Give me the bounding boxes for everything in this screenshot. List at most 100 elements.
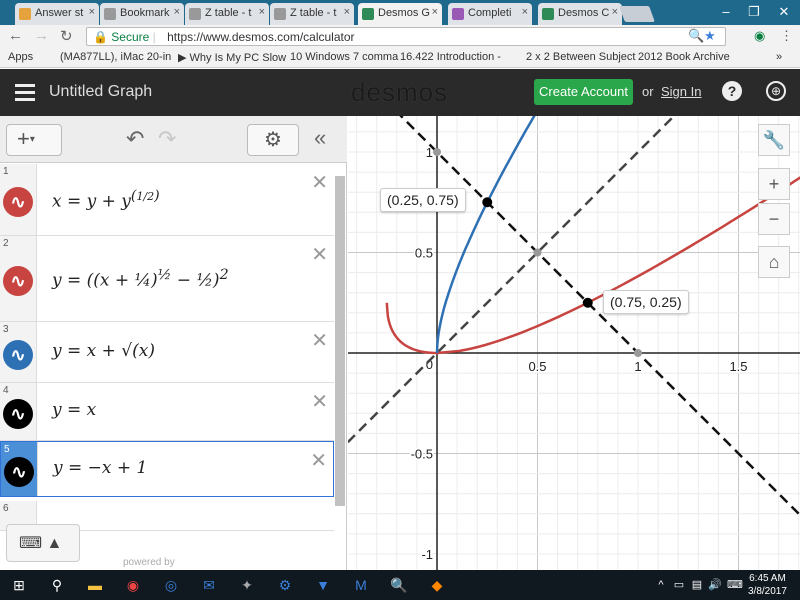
expression-input[interactable]: y = x bbox=[52, 400, 96, 420]
back-icon[interactable]: ← bbox=[8, 27, 23, 44]
undo-icon[interactable]: ↶ bbox=[126, 126, 144, 152]
desmos-logo: desmos bbox=[351, 77, 449, 107]
expression-scrollbar[interactable] bbox=[335, 176, 345, 506]
red-curve-2 bbox=[385, 302, 437, 355]
expression-row[interactable]: 1 ∿ x = y + y(1/2) ✕ bbox=[0, 164, 334, 236]
menu-dots-icon[interactable]: ⋮ bbox=[780, 28, 793, 44]
more-bookmarks-icon[interactable]: » bbox=[776, 51, 782, 63]
tab-close-icon[interactable]: × bbox=[344, 6, 350, 18]
add-item-button[interactable]: +▾ bbox=[6, 124, 62, 156]
mail-icon[interactable]: ✉ bbox=[198, 575, 220, 595]
new-tab-button[interactable] bbox=[619, 6, 655, 22]
expression-gutter: 3 ∿ bbox=[0, 322, 37, 382]
search-icon[interactable]: ⚲ bbox=[46, 575, 68, 595]
app-icon[interactable]: ◎ bbox=[160, 575, 182, 595]
address-bar[interactable]: 🔒 Secure | https://www.desmos.com/calcul… bbox=[86, 27, 726, 46]
delete-expression-icon[interactable]: ✕ bbox=[310, 448, 327, 473]
delete-expression-icon[interactable]: ✕ bbox=[311, 328, 328, 353]
system-clock[interactable]: 6:45 AM 3/8/2017 bbox=[748, 572, 787, 598]
gear-icon[interactable]: ⚙ bbox=[247, 124, 299, 156]
media-app-icon[interactable]: ◆ bbox=[426, 575, 448, 595]
sign-in-link[interactable]: Sign In bbox=[661, 84, 701, 99]
create-account-button[interactable]: Create Account bbox=[534, 79, 633, 105]
tab-close-icon[interactable]: × bbox=[174, 6, 180, 18]
browser-tab[interactable]: Desmos G × bbox=[358, 3, 442, 25]
browser-tab[interactable]: Completi × bbox=[448, 3, 532, 25]
maximize-icon[interactable]: ❐ bbox=[740, 2, 768, 22]
zoom-in-icon[interactable]: + bbox=[758, 168, 790, 200]
delete-expression-icon[interactable]: ✕ bbox=[311, 242, 328, 267]
curve-color-icon[interactable]: ∿ bbox=[3, 187, 33, 217]
curve-color-icon[interactable]: ∿ bbox=[3, 339, 33, 370]
extension-icon[interactable]: ◉ bbox=[754, 28, 765, 44]
delete-expression-icon[interactable]: ✕ bbox=[311, 389, 328, 414]
collapse-panel-icon[interactable]: « bbox=[314, 125, 326, 151]
tab-close-icon[interactable]: × bbox=[522, 6, 528, 18]
magnifier-app-icon[interactable]: 🔍 bbox=[388, 575, 410, 595]
expression-row[interactable]: 2 ∿ y = ((x + ¼)½ − ½)2 ✕ bbox=[0, 236, 334, 322]
url-text: https://www.desmos.com/calculator bbox=[167, 30, 355, 44]
keyboard-toggle-button[interactable]: ⌨ ▲ bbox=[6, 524, 80, 562]
tab-close-icon[interactable]: × bbox=[259, 6, 265, 18]
keyboard-icon[interactable]: ⌨ bbox=[724, 575, 746, 595]
star-icon[interactable]: ★ bbox=[704, 28, 716, 44]
graph-title[interactable]: Untitled Graph bbox=[49, 83, 152, 101]
wrench-icon[interactable]: 🔧 bbox=[758, 124, 790, 156]
curve-color-icon[interactable]: ∿ bbox=[3, 266, 33, 296]
browser-tab[interactable]: Bookmark × bbox=[100, 3, 184, 25]
tab-favicon-icon bbox=[452, 8, 464, 20]
reload-icon[interactable]: ↻ bbox=[60, 27, 73, 45]
expression-row[interactable]: 5 ∿ y = −x + 1 ✕ bbox=[0, 441, 334, 497]
expression-input[interactable]: y = −x + 1 bbox=[53, 458, 147, 478]
graph-svg[interactable]: 0.5 1 1.510.5-0.5-10 bbox=[348, 116, 800, 570]
pin-icon[interactable]: ⚙ bbox=[274, 575, 296, 595]
expression-row[interactable]: 3 ∿ y = x + √(x) ✕ bbox=[0, 322, 334, 383]
forward-icon[interactable]: → bbox=[34, 27, 49, 44]
bookmark-item[interactable]: 2 x 2 Between Subject bbox=[526, 51, 635, 63]
bookmark-item[interactable]: Apps bbox=[8, 51, 33, 63]
curve-color-icon[interactable]: ∿ bbox=[4, 457, 34, 487]
tab-close-icon[interactable]: × bbox=[89, 6, 95, 18]
expression-number: 1 bbox=[3, 166, 9, 177]
expression-row[interactable]: 4 ∿ y = x ✕ bbox=[0, 383, 334, 441]
delete-expression-icon[interactable]: ✕ bbox=[311, 170, 328, 195]
home-icon[interactable]: ⌂ bbox=[758, 246, 790, 278]
bookmark-item[interactable]: ▶ Why Is My PC Slow bbox=[178, 51, 286, 64]
expression-input[interactable]: y = ((x + ¼)½ − ½)2 bbox=[52, 267, 229, 291]
browser-tab[interactable]: Z table - t × bbox=[270, 3, 354, 25]
point-label-b[interactable]: (0.75, 0.25) bbox=[603, 290, 689, 314]
tab-close-icon[interactable]: × bbox=[432, 6, 438, 18]
globe-icon[interactable]: ⊕ bbox=[766, 81, 786, 101]
bookmark-item[interactable]: 10 Windows 7 comma bbox=[290, 51, 398, 63]
windows-start-icon[interactable]: ⊞ bbox=[8, 575, 30, 595]
bookmark-item[interactable]: 16.422 Introduction - bbox=[400, 51, 501, 63]
hamburger-menu-icon[interactable] bbox=[15, 84, 35, 101]
tab-favicon-icon bbox=[104, 8, 116, 20]
graph-canvas[interactable]: 0.5 1 1.5 1 0.5 -0.5 -1 0 bbox=[348, 116, 800, 570]
point-label-a[interactable]: (0.25, 0.75) bbox=[380, 188, 466, 212]
expression-input[interactable]: x = y + y(1/2) bbox=[52, 188, 160, 212]
volume-icon[interactable]: 🔊 bbox=[704, 575, 726, 595]
window-close-icon[interactable]: ✕ bbox=[770, 2, 798, 22]
expression-input[interactable]: y = x + √(x) bbox=[52, 341, 155, 361]
zoom-icon[interactable]: 🔍 bbox=[688, 28, 704, 44]
browser-tab[interactable]: Z table - t × bbox=[185, 3, 269, 25]
tab-favicon-icon bbox=[542, 8, 554, 20]
browser-tab[interactable]: Desmos C × bbox=[538, 3, 622, 25]
powered-by-text: powered by bbox=[123, 557, 175, 568]
file-explorer-icon[interactable]: ▬ bbox=[84, 575, 106, 595]
help-icon[interactable]: ? bbox=[722, 81, 742, 101]
curve-color-icon[interactable]: ∿ bbox=[3, 399, 33, 429]
chrome-icon[interactable]: ◉ bbox=[122, 575, 144, 595]
m-app-icon[interactable]: M bbox=[350, 575, 372, 595]
minimize-icon[interactable]: – bbox=[712, 2, 740, 22]
browser-tab[interactable]: Answer st × bbox=[15, 3, 99, 25]
bookmark-item[interactable]: 2012 Book Archive bbox=[638, 51, 730, 63]
y-tick-label: 0.5 bbox=[415, 246, 433, 261]
settings-app-icon[interactable]: ✦ bbox=[236, 575, 258, 595]
trophy-icon[interactable]: ▼ bbox=[312, 575, 334, 595]
zoom-out-icon[interactable]: − bbox=[758, 203, 790, 235]
redo-icon[interactable]: ↷ bbox=[158, 126, 176, 152]
tab-close-icon[interactable]: × bbox=[612, 6, 618, 18]
bookmark-item[interactable]: (MA877LL), iMac 20-in bbox=[60, 51, 171, 63]
